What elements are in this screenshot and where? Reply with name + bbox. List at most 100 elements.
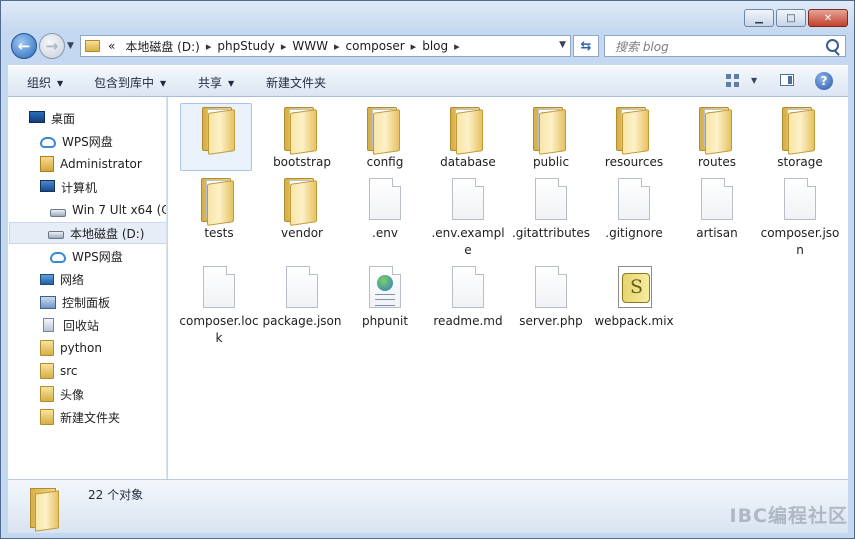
- breadcrumb-overflow[interactable]: «: [106, 39, 119, 53]
- chevron-right-icon[interactable]: ▸: [454, 40, 460, 53]
- breadcrumb-segment[interactable]: 本地磁盘 (D:): [119, 38, 205, 55]
- file-item-env-example[interactable]: .env.example: [428, 174, 508, 259]
- address-bar[interactable]: « 本地磁盘 (D:) ▸ phpStudy ▸ WWW ▸ composer …: [80, 35, 571, 57]
- file-item-composer-lock[interactable]: composer.lock: [179, 262, 259, 347]
- forward-button[interactable]: →: [39, 33, 65, 59]
- file-item-artisan[interactable]: artisan: [677, 174, 757, 242]
- recycle-bin-icon: [43, 318, 54, 332]
- file-item-readme[interactable]: readme.md: [428, 262, 508, 330]
- command-bar: 组织 ▼ 包含到库中 ▼ 共享 ▼ 新建文件夹 ▼ ?: [8, 65, 848, 97]
- nav-item-drive-d[interactable]: 本地磁盘 (D:): [9, 222, 166, 244]
- help-icon[interactable]: ?: [815, 72, 833, 90]
- search-box[interactable]: [604, 35, 846, 57]
- file-item-gitattributes[interactable]: .gitattributes: [511, 174, 591, 242]
- nav-item-label: Win 7 Ult x64 (C:: [72, 203, 167, 217]
- nav-item-control-panel[interactable]: 控制面板: [40, 291, 110, 313]
- document-icon: [361, 174, 409, 222]
- maximize-button[interactable]: □: [776, 9, 806, 27]
- document-icon: [444, 262, 492, 310]
- preview-pane-icon[interactable]: [780, 74, 794, 86]
- new-folder-button[interactable]: 新建文件夹: [266, 74, 326, 91]
- nav-item-src[interactable]: src: [40, 360, 78, 382]
- file-name: .gitattributes: [511, 226, 591, 240]
- script-icon: [610, 262, 658, 310]
- folder-icon: [693, 103, 741, 155]
- desktop-icon: [29, 111, 45, 123]
- folder-icon: [361, 103, 409, 155]
- document-icon: [195, 262, 243, 310]
- arrow-right-icon: →: [45, 37, 59, 55]
- nav-item-new-folder[interactable]: 新建文件夹: [40, 406, 120, 428]
- change-view-icon[interactable]: [726, 74, 739, 87]
- breadcrumb-segment[interactable]: phpStudy: [211, 39, 281, 53]
- file-name: storage: [777, 155, 823, 169]
- document-icon: [444, 174, 492, 222]
- nav-item-label: 本地磁盘 (D:): [70, 226, 145, 241]
- file-item-package-json[interactable]: package.json: [262, 262, 342, 330]
- nav-item-recycle-bin[interactable]: 回收站: [40, 314, 99, 336]
- nav-item-desktop[interactable]: 桌面: [29, 107, 75, 129]
- file-item-routes[interactable]: routes: [677, 103, 757, 171]
- item-count: 22 个对象: [88, 488, 144, 502]
- nav-item-drive-c[interactable]: Win 7 Ult x64 (C:: [50, 199, 167, 221]
- breadcrumb-segment[interactable]: blog: [416, 39, 454, 53]
- include-in-library-button[interactable]: 包含到库中 ▼: [94, 74, 166, 91]
- nav-item-wps-cloud-2[interactable]: WPS网盘: [50, 245, 123, 267]
- file-item-webpack-mix[interactable]: webpack.mix: [594, 262, 674, 330]
- nav-item-python[interactable]: python: [40, 337, 102, 359]
- file-item-vendor[interactable]: vendor: [262, 174, 342, 242]
- file-item-composer-json[interactable]: composer.json: [760, 174, 840, 259]
- file-name: phpunit: [361, 314, 409, 328]
- document-icon: [278, 262, 326, 310]
- refresh-button[interactable]: ⇆: [573, 35, 599, 57]
- recent-pages-dropdown[interactable]: ▼: [67, 41, 74, 51]
- search-icon[interactable]: [826, 39, 839, 52]
- file-item-server-php[interactable]: server.php: [511, 262, 591, 330]
- address-dropdown-button[interactable]: ▼: [559, 40, 566, 50]
- file-item-phpunit[interactable]: phpunit: [345, 262, 425, 330]
- close-button[interactable]: ✕: [808, 9, 848, 27]
- nav-item-label: python: [60, 341, 102, 355]
- file-item-gitignore[interactable]: .gitignore: [594, 174, 674, 242]
- nav-item-label: 控制面板: [62, 295, 111, 310]
- close-icon: ✕: [823, 12, 833, 24]
- file-name: .env.example: [431, 226, 505, 257]
- file-item-config[interactable]: config: [345, 103, 425, 171]
- file-item-env[interactable]: .env: [345, 174, 425, 242]
- nav-item-wps-cloud[interactable]: WPS网盘: [40, 130, 113, 152]
- file-item-public[interactable]: public: [511, 103, 591, 171]
- file-item-resources[interactable]: resources: [594, 103, 674, 171]
- file-name: readme.md: [433, 314, 503, 328]
- nav-item-avatar-folder[interactable]: 头像: [40, 383, 84, 405]
- system-drive-icon: [50, 209, 66, 217]
- share-button[interactable]: 共享 ▼: [198, 74, 234, 91]
- folder-icon: [40, 386, 54, 402]
- minimize-button[interactable]: ▁: [744, 9, 774, 27]
- chevron-down-icon: ▼: [160, 79, 167, 88]
- search-input[interactable]: [613, 37, 827, 57]
- file-name: artisan: [696, 226, 738, 240]
- back-button[interactable]: ←: [11, 33, 37, 59]
- organize-button[interactable]: 组织 ▼: [27, 74, 63, 91]
- nav-item-computer[interactable]: 计算机: [40, 176, 97, 198]
- nav-item-network[interactable]: 网络: [40, 268, 84, 290]
- xml-document-icon: [361, 262, 409, 310]
- file-name: webpack.mix: [594, 314, 674, 328]
- file-name: tests: [204, 226, 234, 240]
- nav-item-label: WPS网盘: [62, 134, 113, 149]
- file-name: vendor: [281, 226, 323, 240]
- nav-item-label: 计算机: [61, 180, 98, 195]
- breadcrumb-segment[interactable]: WWW: [286, 39, 334, 53]
- file-item-database[interactable]: database: [428, 103, 508, 171]
- file-item-tests[interactable]: tests: [179, 174, 259, 242]
- file-item-storage[interactable]: storage: [760, 103, 840, 171]
- maximize-icon: □: [786, 12, 796, 24]
- view-options-dropdown[interactable]: ▼: [751, 76, 757, 85]
- nav-item-administrator[interactable]: Administrator: [40, 153, 142, 175]
- file-item-app[interactable]: app: [180, 103, 260, 171]
- folder-icon: [40, 363, 54, 379]
- file-item-bootstrap[interactable]: bootstrap: [262, 103, 342, 171]
- folder-icon: [527, 103, 575, 155]
- breadcrumb-segment[interactable]: composer: [340, 39, 411, 53]
- folder-icon: [40, 409, 54, 425]
